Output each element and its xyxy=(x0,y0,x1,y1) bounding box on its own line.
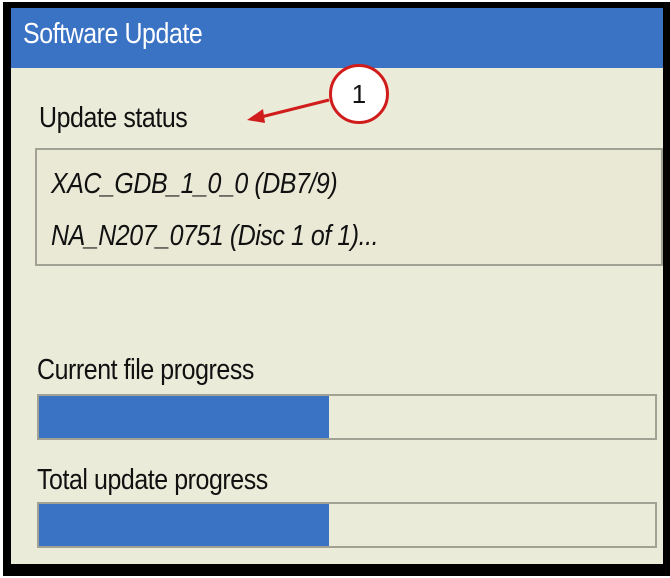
total-update-progress-label: Total update progress xyxy=(37,464,268,496)
callout-number: 1 xyxy=(351,79,367,109)
screen-frame: Software Update Update status XAC_GDB_1_… xyxy=(3,2,670,576)
status-line-disc: NA_N207_0751 (Disc 1 of 1)... xyxy=(51,220,379,252)
total-update-progress-fill xyxy=(39,504,329,546)
callout-marker: 1 xyxy=(329,64,389,124)
current-file-progress-fill xyxy=(39,396,329,438)
current-file-progress-bar xyxy=(37,394,657,440)
total-update-progress-bar xyxy=(37,502,657,548)
current-file-progress-label: Current file progress xyxy=(37,354,254,386)
software-update-window: Software Update Update status XAC_GDB_1_… xyxy=(11,8,663,564)
